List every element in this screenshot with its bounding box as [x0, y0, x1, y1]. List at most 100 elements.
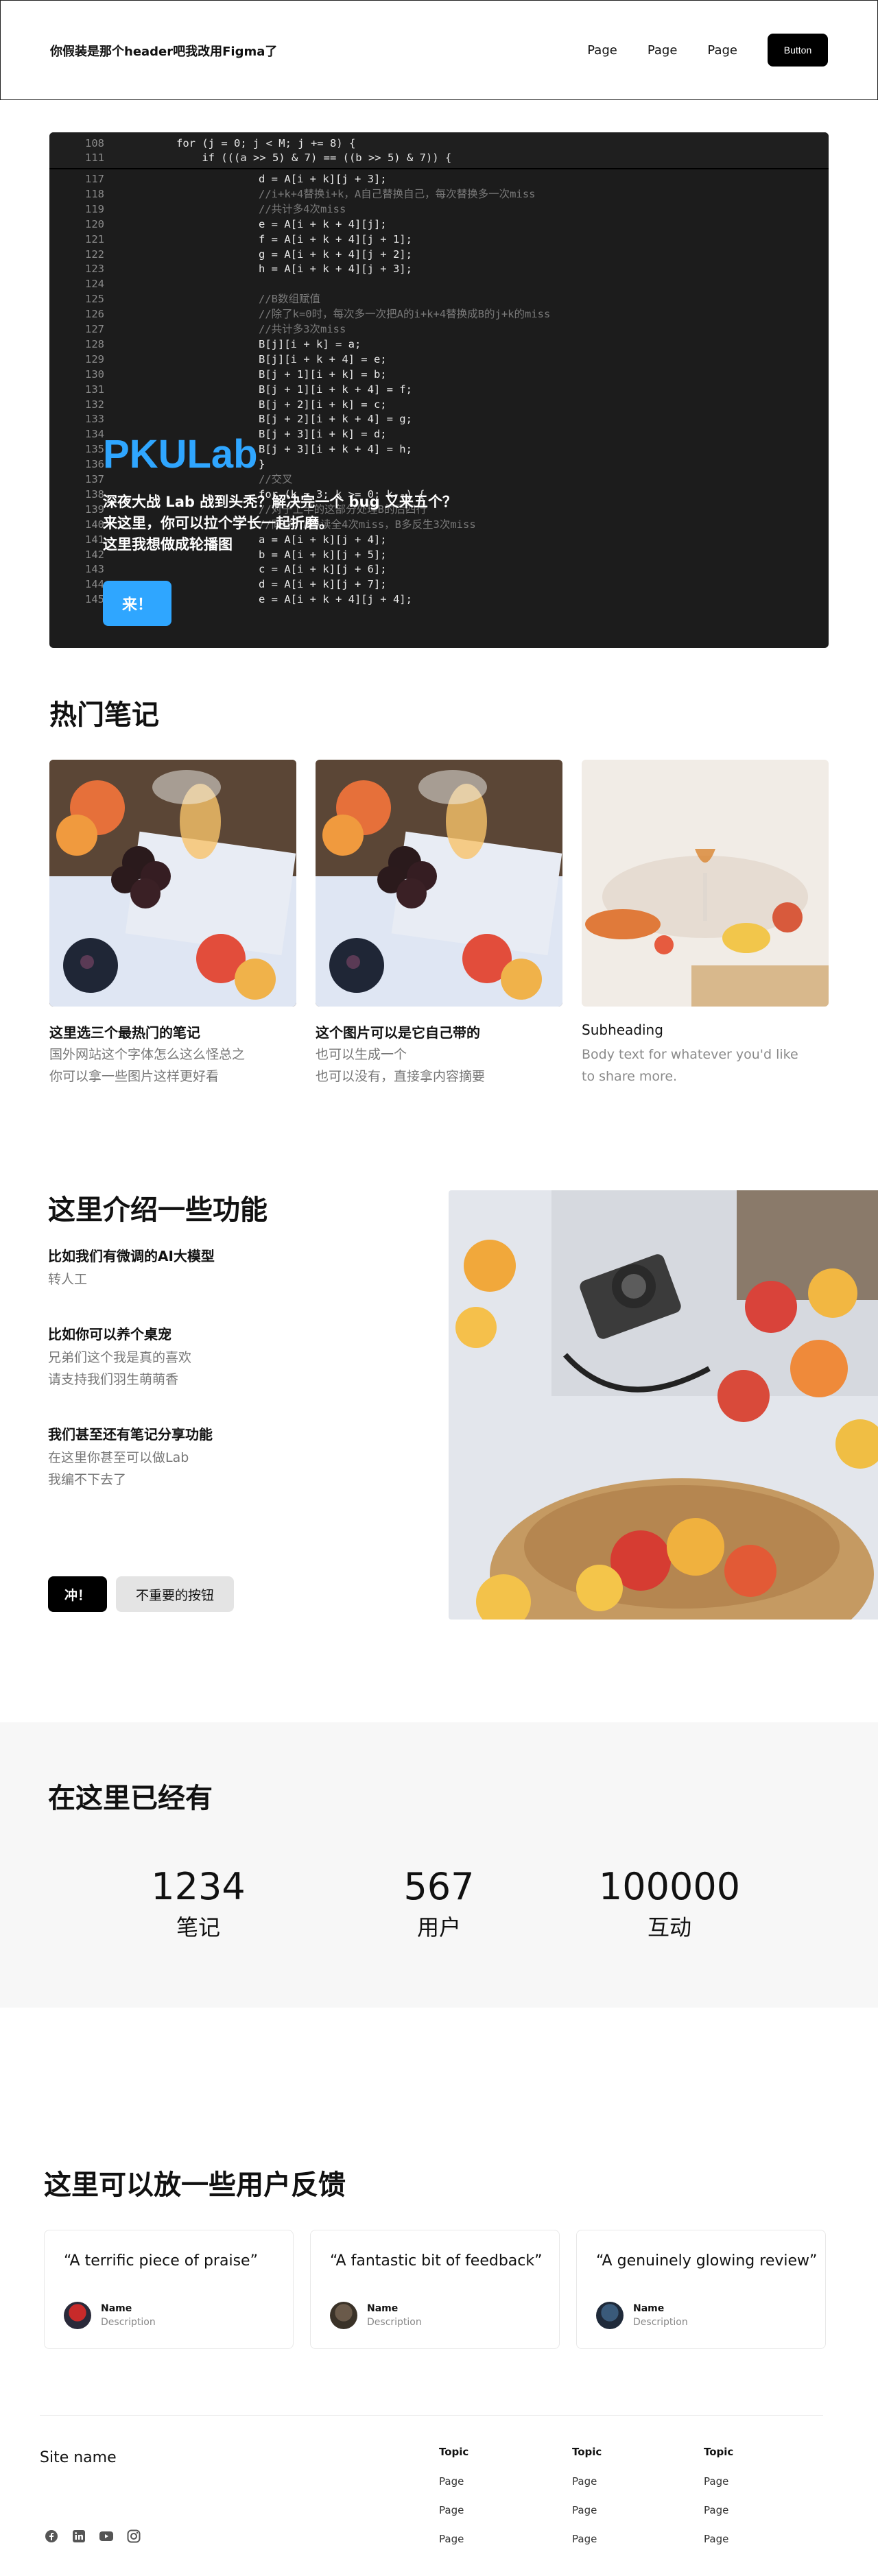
code-line-number: 108 [85, 137, 104, 149]
stats-section: 在这里已经有 1234 笔记 567 用户 100000 互动 [0, 1722, 878, 2008]
nav-link-page-3[interactable]: Page [707, 43, 737, 58]
code-line-text: B[j + 1][i + k + 4] = f; [259, 383, 412, 396]
feedback-name: Name [101, 2303, 132, 2314]
hero-subtitle-line: 深夜大战 Lab 战到头秃？解决完一个 bug 又来五个？ [103, 494, 457, 510]
feedback-card-3: “A genuinely glowing review” Name Descri… [576, 2230, 826, 2349]
code-line-number: 111 [85, 152, 104, 164]
code-line-number: 142 [85, 548, 104, 561]
code-line-text: B[j + 2][i + k] = c; [259, 398, 387, 411]
facebook-icon[interactable] [43, 2527, 60, 2545]
code-line-text: } [259, 458, 265, 471]
feature-body-2: 兄弟们这个我是真的喜欢 请支持我们羽生萌萌香 [48, 1347, 191, 1391]
footer-link-page[interactable]: Page [572, 2504, 597, 2516]
code-line-number: 136 [85, 458, 104, 471]
feedback-card-2: “A fantastic bit of feedback” Name Descr… [310, 2230, 560, 2349]
nav-link-page-1[interactable]: Page [587, 43, 617, 58]
code-line-number: 140 [85, 518, 104, 531]
site-header: 你假装是那个header吧我改用Figma了 Page Page Page Bu… [0, 0, 878, 100]
feedback-quote: “A genuinely glowing review” [596, 2252, 818, 2270]
hero-subtitle-line: 这里我想做成轮播图 [103, 536, 233, 553]
code-line-text: B[j][i + k] = a; [259, 337, 361, 350]
code-line-number: 131 [85, 383, 104, 396]
code-line-number: 144 [85, 578, 104, 591]
code-line-text: //B数组赋值 [259, 293, 320, 306]
note-card-image-2[interactable] [316, 760, 562, 1007]
note-card-title-1[interactable]: 这里选三个最热门的笔记 [49, 1022, 200, 1042]
code-line-number: 143 [85, 563, 104, 576]
code-line-number: 134 [85, 428, 104, 441]
code-line-number: 122 [85, 248, 104, 261]
feedback-name: Name [367, 2303, 399, 2314]
avatar [596, 2302, 624, 2329]
note-card-title-3[interactable]: Subheading [582, 1022, 663, 1038]
footer-link-page[interactable]: Page [572, 2475, 597, 2488]
footer-link-page[interactable]: Page [439, 2475, 464, 2488]
linkedin-icon[interactable] [70, 2527, 88, 2545]
primary-action-button[interactable]: 冲！ [48, 1576, 107, 1612]
code-line-number: 126 [85, 308, 104, 321]
code-line-text: B[j + 3][i + k + 4] = h; [259, 443, 412, 456]
feature-body-3: 在这里你甚至可以做Lab 我编不下去了 [48, 1447, 189, 1491]
code-line-number: 128 [85, 337, 104, 350]
stat-value-users: 567 [403, 1865, 475, 1908]
feedback-card-1: “A terrific piece of praise” Name Descri… [44, 2230, 294, 2349]
code-line-number: 132 [85, 398, 104, 411]
footer-link-page[interactable]: Page [439, 2504, 464, 2516]
code-line-number: 127 [85, 323, 104, 335]
code-line-number: 124 [85, 278, 104, 291]
features-heading: 这里介绍一些功能 [48, 1194, 268, 1226]
code-line-number: 129 [85, 352, 104, 365]
note-card-body-line: 你可以拿一些图片这样更好看 [49, 1069, 220, 1084]
footer-link-page[interactable]: Page [439, 2533, 464, 2545]
note-card-image-1[interactable] [49, 760, 296, 1007]
feature-body-line: 转人工 [48, 1272, 88, 1287]
stat-value-notes: 1234 [151, 1865, 246, 1908]
code-line-number: 138 [85, 487, 104, 501]
youtube-icon[interactable] [97, 2527, 115, 2545]
code-line-text: e = A[i + k + 4][j + 4]; [259, 593, 412, 606]
code-line-text: //i+k+4替换i+k，A自己替换自己，每次替换多一次miss [259, 187, 536, 200]
footer-site-name[interactable]: Site name [40, 2449, 117, 2466]
footer-link-page[interactable]: Page [704, 2533, 728, 2545]
code-line-number: 123 [85, 263, 104, 276]
instagram-icon[interactable] [125, 2527, 143, 2545]
features-image [449, 1190, 878, 1620]
secondary-action-button[interactable]: 不重要的按钮 [116, 1576, 234, 1612]
code-line-text: B[j + 1][i + k] = b; [259, 368, 387, 381]
code-line-number: 135 [85, 443, 104, 456]
code-line-text: if (((a >> 5) & 7) == ((b >> 5) & 7)) { [176, 152, 452, 164]
code-line-number: 141 [85, 533, 104, 546]
hero-banner[interactable]: 108 for (j = 0; j < M; j += 8) {111 if ((… [49, 132, 829, 648]
code-line-number: 121 [85, 232, 104, 245]
code-line-number: 120 [85, 217, 104, 230]
avatar [64, 2302, 91, 2329]
popular-heading: 热门笔记 [49, 699, 159, 731]
code-line-text: h = A[i + k + 4][j + 3]; [259, 263, 412, 276]
stats-heading: 在这里已经有 [48, 1783, 213, 1814]
note-card-body-line: to share more. [582, 1069, 678, 1084]
code-line-number: 137 [85, 473, 104, 485]
note-card-body-line: 也可以没有，直接拿内容摘要 [316, 1069, 486, 1084]
code-line-text: d = A[i + k][j + 7]; [259, 578, 387, 591]
code-line-text: c = A[i + k][j + 6]; [259, 563, 387, 576]
footer-link-page[interactable]: Page [704, 2475, 728, 2488]
code-line-text: f = A[i + k + 4][j + 1]; [259, 232, 412, 245]
code-line-number: 117 [85, 173, 104, 185]
note-card-image-3[interactable] [582, 760, 829, 1007]
top-nav: Page Page Page Button [587, 34, 828, 67]
feedback-description: Description [633, 2317, 688, 2328]
code-line-number: 133 [85, 413, 104, 426]
nav-link-page-2[interactable]: Page [648, 43, 678, 58]
note-card-title-2[interactable]: 这个图片可以是它自己带的 [316, 1022, 480, 1042]
stat-label-interactions: 互动 [647, 1914, 691, 1940]
hero-cta-button[interactable]: 来！ [103, 581, 171, 626]
footer-topic-1: Topic [439, 2446, 469, 2458]
feedback-quote: “A fantastic bit of feedback” [330, 2252, 543, 2270]
footer-link-page[interactable]: Page [704, 2504, 728, 2516]
feedback-heading: 这里可以放一些用户反馈 [44, 2169, 346, 2201]
header-button[interactable]: Button [768, 34, 828, 67]
brand-name[interactable]: 你假装是那个header吧我改用Figma了 [50, 42, 277, 60]
feature-body-line: 兄弟们这个我是真的喜欢 [48, 1350, 192, 1365]
note-card-body-line: Body text for whatever you'd like [582, 1047, 798, 1062]
footer-link-page[interactable]: Page [572, 2533, 597, 2545]
